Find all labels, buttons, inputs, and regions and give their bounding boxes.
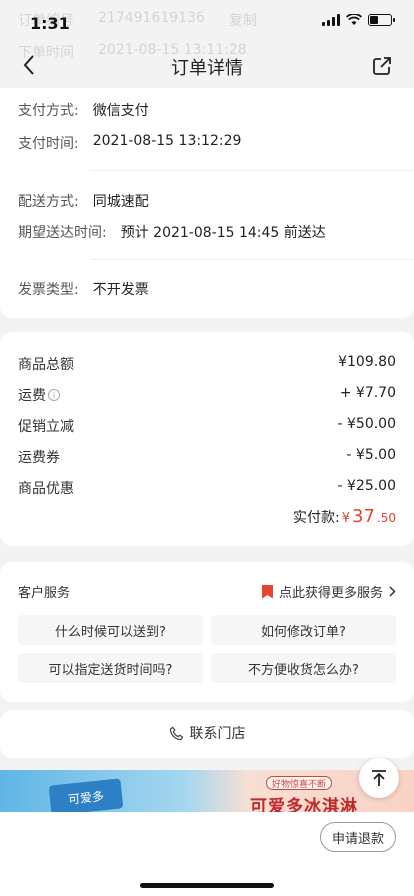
shipping-value: + ¥7.70 xyxy=(339,385,396,401)
subtotal-row: 商品总额 ¥109.80 xyxy=(18,354,396,374)
bottom-bar: 申请退款 xyxy=(0,812,414,896)
promo-label: 促销立减 xyxy=(18,419,74,435)
shipping-row: 运费 i + ¥7.70 xyxy=(18,385,396,405)
promo-row: 促销立减 - ¥50.00 xyxy=(18,416,396,436)
bookmark-icon xyxy=(261,584,273,599)
invoice-label: 发票类型: xyxy=(18,282,79,298)
invoice-value: 不开发票 xyxy=(92,282,149,298)
subtotal-value: ¥109.80 xyxy=(338,354,396,370)
delivery-method-label: 配送方式: xyxy=(18,194,79,210)
banner-pill: 好物惊喜不断 xyxy=(266,776,332,790)
paid-amount-int: 37 xyxy=(352,506,375,527)
pay-time-row: 支付时间: 2021-08-15 13:12:29 xyxy=(18,133,241,153)
pay-time-value: 2021-08-15 13:12:29 xyxy=(92,133,242,149)
delivery-method-value: 同城速配 xyxy=(92,194,149,210)
item-discount-row: 商品优惠 - ¥25.00 xyxy=(18,478,396,498)
price-card: 商品总额 ¥109.80 运费 i + ¥7.70 促销立减 - ¥50.00 … xyxy=(0,332,414,546)
customer-service-card: 客户服务 点此获得更多服务 什么时候可以送到? 如何修改订单? 可以指定送货时间… xyxy=(0,562,414,702)
status-time: 1:31 xyxy=(30,14,70,33)
contact-card: 联系门店 xyxy=(0,710,414,758)
chevron-right-icon xyxy=(389,586,396,597)
invoice-row: 发票类型: 不开发票 xyxy=(18,279,149,299)
nav-bar: 订单详情 xyxy=(0,44,414,88)
paid-amount-dec: .50 xyxy=(376,511,396,525)
paid-label: 实付款: xyxy=(293,510,340,526)
shipping-label: 运费 xyxy=(18,388,46,404)
promo-banner[interactable]: 可爱多 好物惊喜不断 可爱多冰淇淋 xyxy=(0,770,414,812)
service-title: 客户服务 xyxy=(18,586,71,601)
phone-icon xyxy=(169,726,183,740)
banner-slogan: 可爱多冰淇淋 xyxy=(250,797,358,812)
contact-store-label: 联系门店 xyxy=(189,726,246,742)
arrow-up-icon xyxy=(372,770,386,786)
expected-delivery-label: 期望送达时间: xyxy=(18,225,107,241)
item-discount-label: 商品优惠 xyxy=(18,481,74,497)
signal-icon xyxy=(322,14,340,26)
promo-value: - ¥50.00 xyxy=(337,416,397,432)
item-discount-value: - ¥25.00 xyxy=(337,478,397,494)
shipping-coupon-value: - ¥5.00 xyxy=(346,447,396,463)
contact-store-button[interactable]: 联系门店 xyxy=(0,723,414,743)
pay-method-label: 支付方式: xyxy=(18,103,79,119)
more-services-label: 点此获得更多服务 xyxy=(278,586,383,601)
expected-delivery-value: 预计 2021-08-15 14:45 前送达 xyxy=(120,225,326,241)
shipping-coupon-label: 运费券 xyxy=(18,450,60,466)
subtotal-label: 商品总额 xyxy=(18,357,74,373)
pay-method-row: 支付方式: 微信支付 xyxy=(18,100,149,120)
paid-row: 实付款: ¥ 37 .50 xyxy=(293,506,396,527)
battery-icon xyxy=(368,14,395,26)
paid-currency: ¥ xyxy=(341,511,350,526)
shipping-coupon-row: 运费券 - ¥5.00 xyxy=(18,447,396,467)
faq-button[interactable]: 如何修改订单? xyxy=(211,615,396,645)
page-title: 订单详情 xyxy=(171,58,243,79)
faq-button[interactable]: 可以指定送货时间吗? xyxy=(18,653,203,683)
status-icons xyxy=(322,14,395,26)
delivery-method-row: 配送方式: 同城速配 xyxy=(18,191,149,211)
home-indicator xyxy=(140,883,274,888)
refund-button[interactable]: 申请退款 xyxy=(320,822,396,852)
shipping-label-wrap: 运费 i xyxy=(18,385,60,405)
share-icon[interactable] xyxy=(372,56,392,76)
divider xyxy=(90,170,414,171)
info-icon[interactable]: i xyxy=(48,389,60,401)
wifi-icon xyxy=(346,14,362,25)
order-info-card: 支付方式: 微信支付 支付时间: 2021-08-15 13:12:29 配送方… xyxy=(0,88,414,318)
pay-time-label: 支付时间: xyxy=(18,136,79,152)
divider xyxy=(90,259,414,260)
product-package: 可爱多 xyxy=(48,778,124,812)
scroll-top-button[interactable] xyxy=(359,758,399,798)
status-bar: 1:31 xyxy=(0,0,414,44)
expected-delivery-row: 期望送达时间: 预计 2021-08-15 14:45 前送达 xyxy=(18,222,326,242)
more-services-link[interactable]: 点此获得更多服务 xyxy=(261,582,396,601)
pay-method-value: 微信支付 xyxy=(92,103,149,119)
faq-button[interactable]: 什么时候可以送到? xyxy=(18,615,203,645)
faq-button[interactable]: 不方便收货怎么办? xyxy=(211,653,396,683)
